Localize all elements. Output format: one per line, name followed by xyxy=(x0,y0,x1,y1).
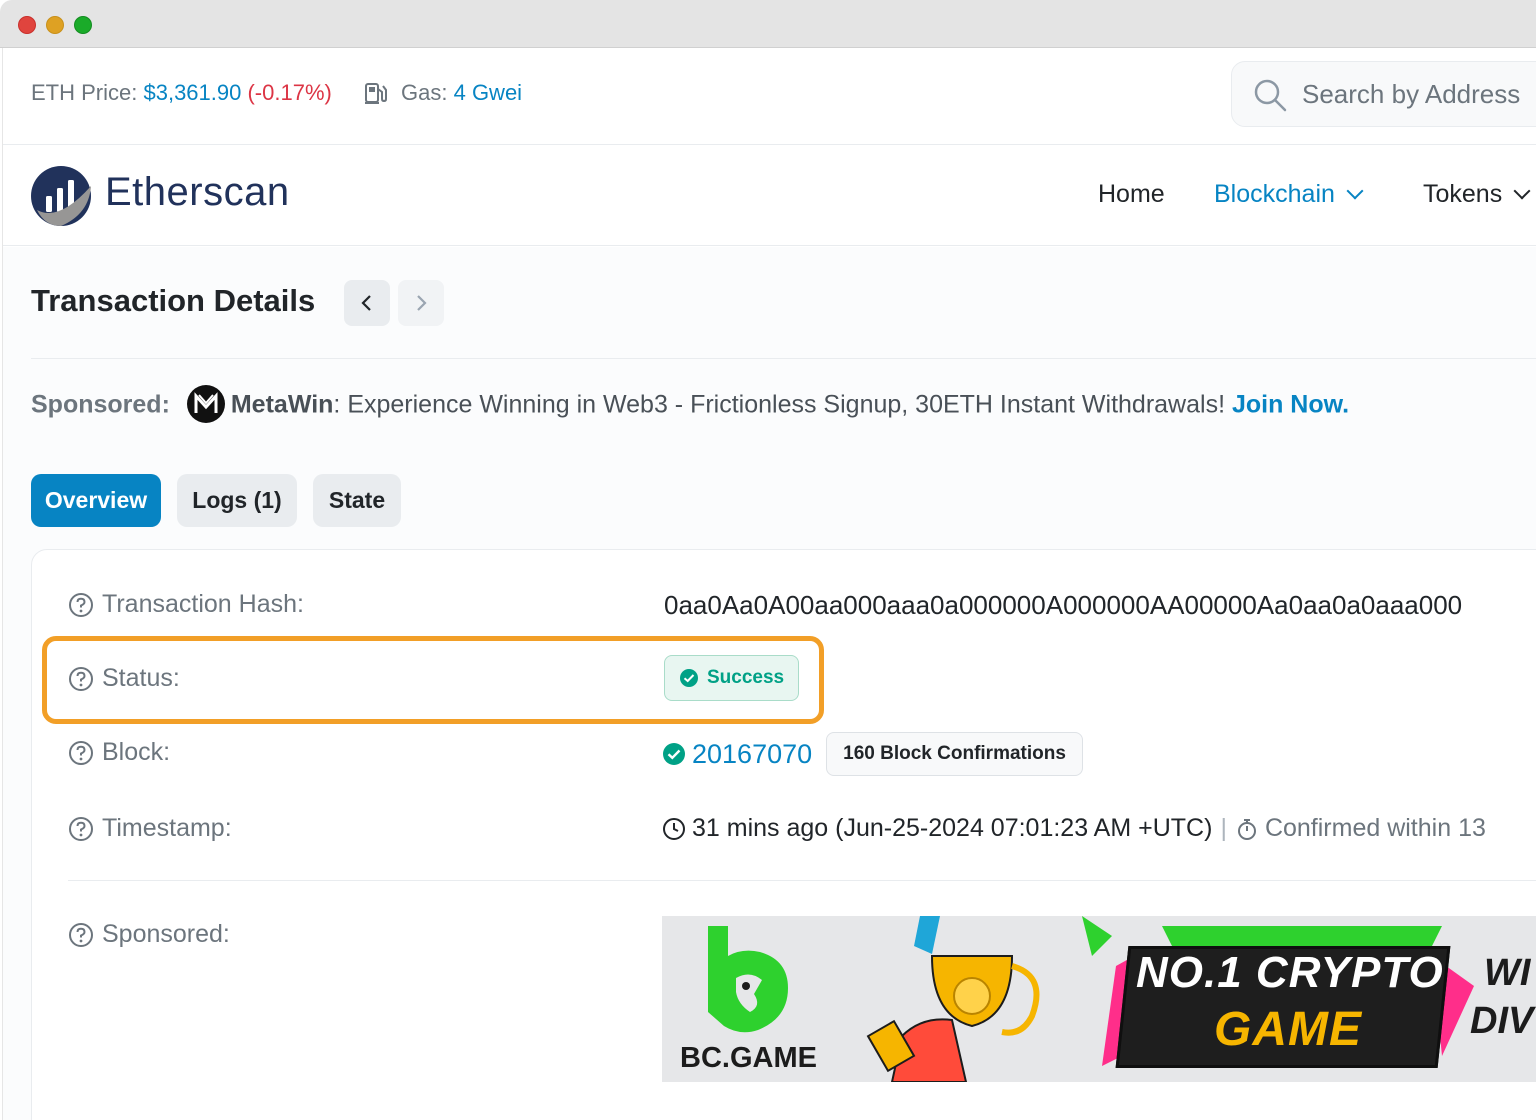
window-titlebar xyxy=(0,0,1536,48)
tab-overview[interactable]: Overview xyxy=(31,474,161,527)
transaction-overview-card: Transaction Hash: 0aa0Aa0A00aa000aaa0a00… xyxy=(31,549,1536,1120)
search-box xyxy=(1231,61,1536,127)
gas-pump-icon xyxy=(365,83,387,104)
question-circle-icon[interactable] xyxy=(68,922,94,948)
block-value: 20167070 160 Block Confirmations xyxy=(662,732,1083,776)
timestamp-value: 31 mins ago (Jun-25-2024 07:01:23 AM +UT… xyxy=(662,814,1486,843)
timestamp-label: Timestamp: xyxy=(68,814,232,843)
clock-icon xyxy=(663,817,685,840)
sponsored-row-label: Sponsored: xyxy=(68,920,230,949)
gas-price: Gas: 4 Gwei xyxy=(401,80,522,106)
status-value: Success xyxy=(664,655,800,701)
next-transaction-button[interactable] xyxy=(398,280,444,326)
transaction-hash-label: Transaction Hash: xyxy=(68,590,304,619)
timestamp-separator: | xyxy=(1220,814,1227,842)
confirmed-within-text: Confirmed within 13 xyxy=(1264,814,1486,842)
sponsor-text: : Experience Winning in Web3 - Frictionl… xyxy=(333,390,1232,419)
question-circle-icon[interactable] xyxy=(68,816,94,842)
previous-transaction-button[interactable] xyxy=(344,280,390,326)
divider xyxy=(31,358,1536,359)
nav-tokens-label: Tokens xyxy=(1423,180,1503,208)
banner-logo-text: BC.GAME xyxy=(680,1042,817,1074)
question-circle-icon[interactable] xyxy=(68,666,94,692)
nav-blockchain[interactable]: Blockchain xyxy=(1214,180,1364,209)
metawin-logo-icon xyxy=(186,385,225,423)
join-now-link[interactable]: Join Now. xyxy=(1232,391,1349,419)
stats-bar: ETH Price: $3,361.90 (-0.17%) Gas: 4 Gwe… xyxy=(3,48,1536,145)
chevron-down-icon xyxy=(1346,182,1364,200)
eth-price-value[interactable]: $3,361.90 xyxy=(143,80,241,105)
page-title: Transaction Details xyxy=(31,283,316,318)
divider xyxy=(68,880,1536,881)
question-circle-icon[interactable] xyxy=(68,592,94,618)
browser-content: ETH Price: $3,361.90 (-0.17%) Gas: 4 Gwe… xyxy=(2,48,1536,1120)
status-label-text: Status: xyxy=(102,664,180,692)
main-content: Transaction Details Sponsored: MetaWin: … xyxy=(3,247,1536,1120)
status-text: Success xyxy=(707,667,785,688)
eth-price: ETH Price: $3,361.90 (-0.17%) xyxy=(31,80,332,106)
question-circle-icon[interactable] xyxy=(68,740,94,766)
trophy-illustration-icon xyxy=(866,916,1112,1082)
main-navbar: Etherscan Home Blockchain Tokens xyxy=(3,146,1536,246)
transaction-hash-value[interactable]: 0aa0Aa0A00aa000aaa0a000000A000000AA00000… xyxy=(664,590,1462,621)
sponsored-label: Sponsored: xyxy=(31,390,170,419)
chevron-right-icon xyxy=(417,295,427,311)
chevron-down-icon xyxy=(1513,182,1531,200)
nav-blockchain-label: Blockchain xyxy=(1214,180,1335,208)
eth-price-change: (-0.17%) xyxy=(247,80,332,105)
etherscan-logo-icon[interactable] xyxy=(29,164,93,228)
timestamp-text: 31 mins ago (Jun-25-2024 07:01:23 AM +UT… xyxy=(692,814,1213,842)
sponsor-name[interactable]: MetaWin xyxy=(231,391,334,419)
search-input[interactable] xyxy=(1302,74,1536,114)
check-circle-icon xyxy=(663,743,685,765)
block-number-link[interactable]: 20167070 xyxy=(692,739,812,770)
check-circle-icon xyxy=(680,669,698,687)
minimize-window-button[interactable] xyxy=(46,16,64,34)
nav-tokens[interactable]: Tokens xyxy=(1423,180,1531,209)
banner-right-text-2: DIV xyxy=(1470,1000,1534,1042)
search-icon xyxy=(1254,79,1287,112)
tab-logs[interactable]: Logs (1) xyxy=(177,474,297,527)
chevron-left-icon xyxy=(361,295,371,311)
eth-price-label: ETH Price: xyxy=(31,80,138,105)
maximize-window-button[interactable] xyxy=(74,16,92,34)
sponsored-ad-line: Sponsored: MetaWin: Experience Winning i… xyxy=(31,385,1349,425)
banner-headline-1: NO.1 CRYPTO xyxy=(1136,948,1444,997)
stopwatch-icon xyxy=(1237,818,1256,840)
block-label: Block: xyxy=(68,738,170,767)
timestamp-label-text: Timestamp: xyxy=(102,814,232,842)
status-badge: Success xyxy=(664,655,800,701)
tab-state[interactable]: State xyxy=(313,474,401,527)
block-label-text: Block: xyxy=(102,738,171,766)
gas-label: Gas: xyxy=(401,80,448,105)
transaction-hash-label-text: Transaction Hash: xyxy=(102,590,304,618)
brand-name[interactable]: Etherscan xyxy=(105,170,290,215)
close-window-button[interactable] xyxy=(18,16,36,34)
nav-home[interactable]: Home xyxy=(1098,180,1165,209)
sponsored-row-label-text: Sponsored: xyxy=(102,920,230,948)
sponsored-banner-ad[interactable]: BC.GAME NO.1 CRYPTO GAME WI DIV xyxy=(662,916,1536,1082)
bcgame-logo-icon xyxy=(708,926,788,1033)
block-confirmations-badge: 160 Block Confirmations xyxy=(826,732,1083,776)
gas-value[interactable]: 4 Gwei xyxy=(454,80,522,105)
banner-right-text-1: WI xyxy=(1484,952,1531,994)
status-label: Status: xyxy=(68,664,180,693)
banner-headline-2: GAME xyxy=(1214,1003,1362,1056)
